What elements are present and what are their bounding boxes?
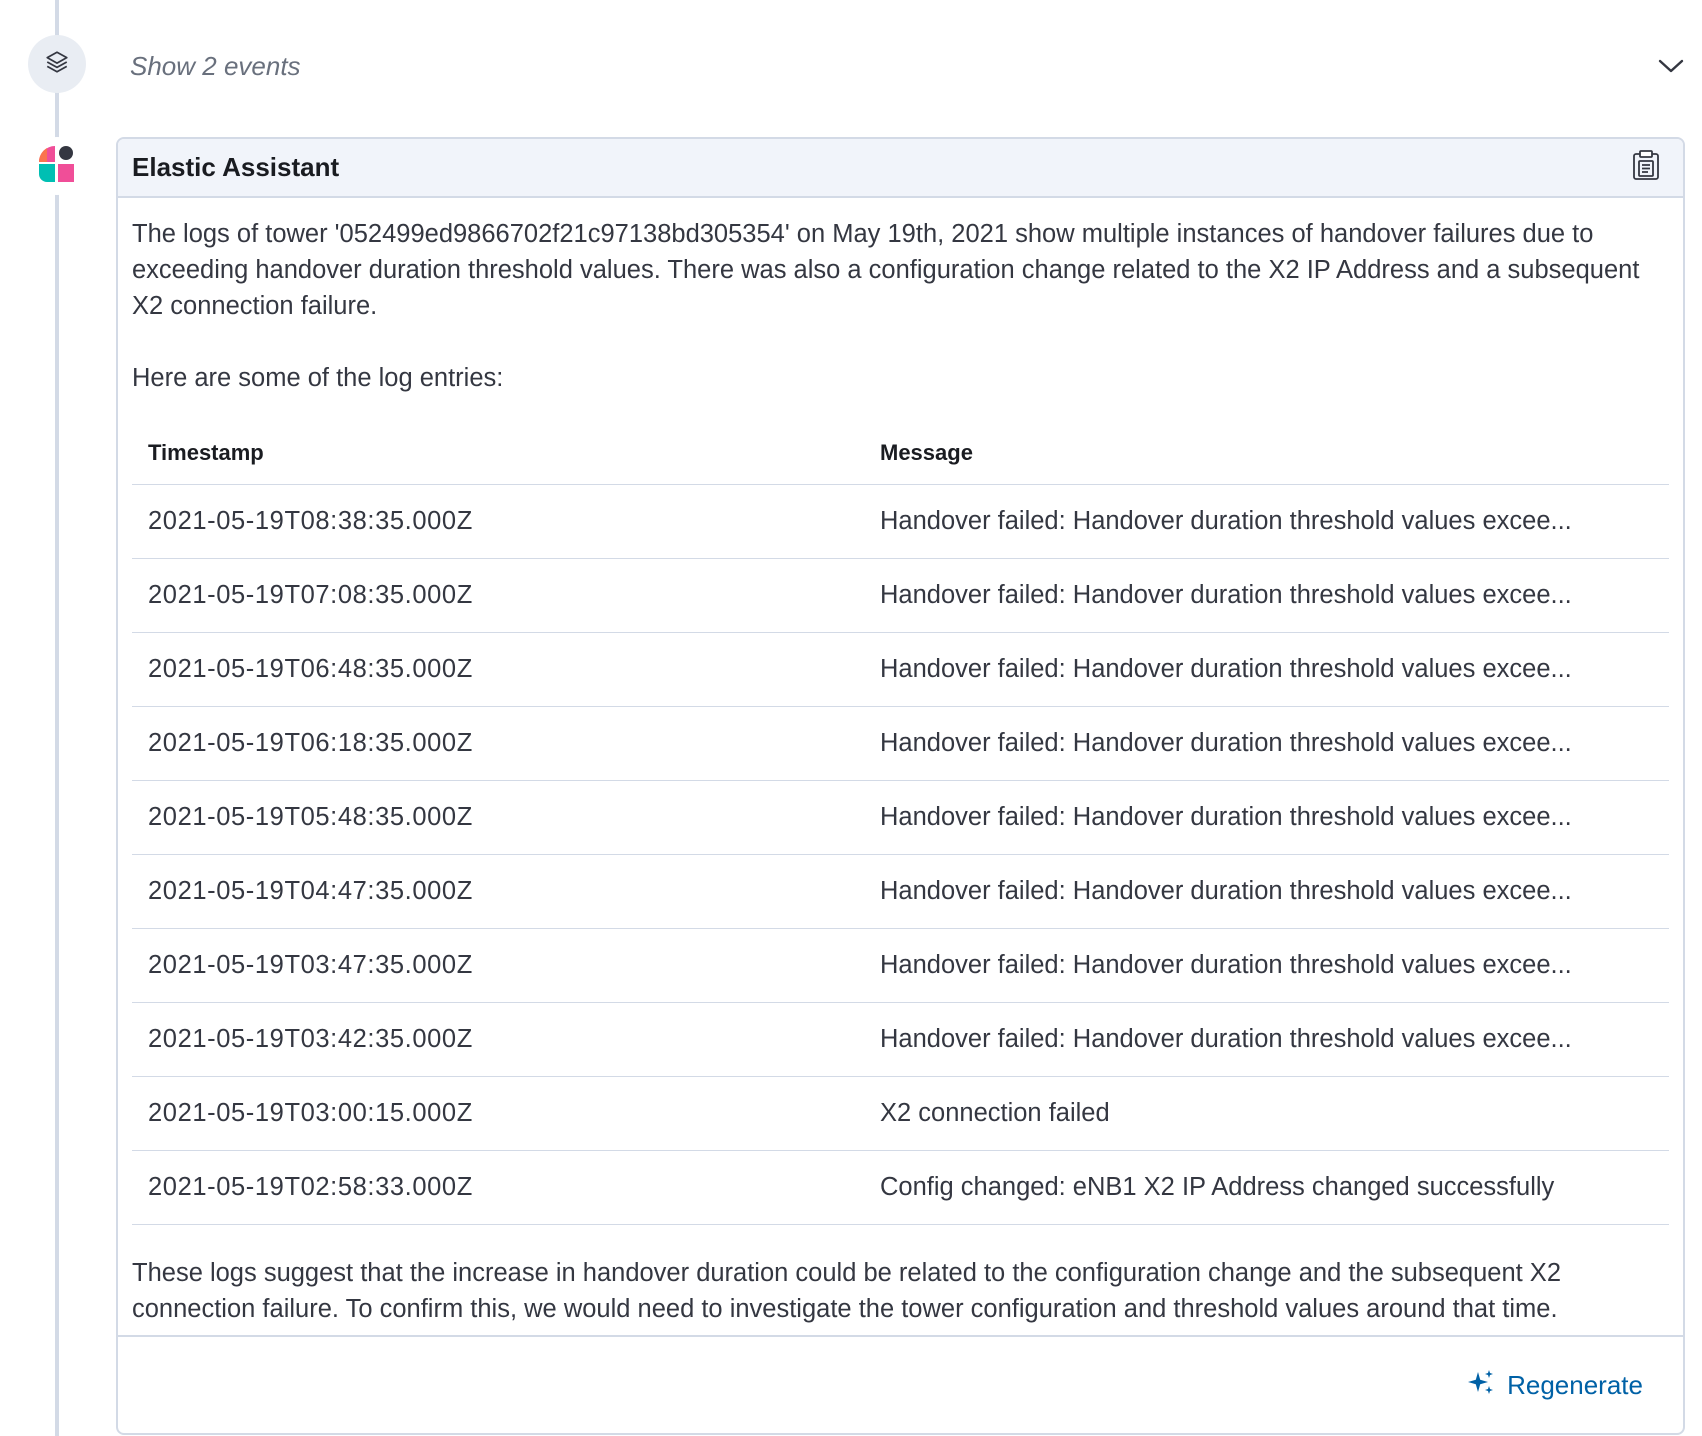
table-row: 2021-05-19T03:47:35.000Z Handover failed… <box>132 928 1669 1003</box>
table-row: 2021-05-19T04:47:35.000Z Handover failed… <box>132 854 1669 929</box>
cell-message: X2 connection failed <box>864 1076 1669 1151</box>
table-header-row: Timestamp Message <box>132 436 1669 485</box>
table-row: 2021-05-19T06:18:35.000Z Handover failed… <box>132 706 1669 781</box>
chevron-down-icon[interactable] <box>1657 52 1685 80</box>
copy-button[interactable] <box>1629 149 1663 186</box>
assistant-avatar <box>28 137 86 195</box>
cell-timestamp: 2021-05-19T03:42:35.000Z <box>132 1002 864 1077</box>
layers-icon <box>44 49 70 80</box>
cell-message: Handover failed: Handover duration thres… <box>864 484 1669 559</box>
events-node <box>28 35 86 93</box>
cell-message: Config changed: eNB1 X2 IP Address chang… <box>864 1150 1669 1225</box>
table-row: 2021-05-19T03:00:15.000Z X2 connection f… <box>132 1076 1669 1151</box>
column-header-message: Message <box>864 436 1669 485</box>
show-events-label: Show 2 events <box>130 50 301 81</box>
column-header-timestamp: Timestamp <box>132 436 864 485</box>
cell-message: Handover failed: Handover duration thres… <box>864 854 1669 929</box>
table-row: 2021-05-19T08:38:35.000Z Handover failed… <box>132 484 1669 559</box>
table-row: 2021-05-19T07:08:35.000Z Handover failed… <box>132 558 1669 633</box>
cell-message: Handover failed: Handover duration thres… <box>864 558 1669 633</box>
timeline-rail <box>55 0 59 1436</box>
assistant-message-panel: Elastic Assistant The logs of tower '052… <box>116 137 1685 1435</box>
elastic-logo-icon <box>35 142 79 191</box>
message-closing: These logs suggest that the increase in … <box>132 1259 1561 1323</box>
conversation-timeline: Show 2 events Elastic Assistant The logs… <box>0 0 1702 1436</box>
table-row: 2021-05-19T06:48:35.000Z Handover failed… <box>132 632 1669 707</box>
clipboard-icon <box>1631 149 1661 186</box>
cell-message: Handover failed: Handover duration thres… <box>864 928 1669 1003</box>
message-footer: Regenerate <box>118 1335 1683 1433</box>
cell-timestamp: 2021-05-19T06:48:35.000Z <box>132 632 864 707</box>
table-row: 2021-05-19T05:48:35.000Z Handover failed… <box>132 780 1669 855</box>
message-body: The logs of tower '052499ed9866702f21c97… <box>118 198 1683 1327</box>
cell-timestamp: 2021-05-19T04:47:35.000Z <box>132 854 864 929</box>
message-header: Elastic Assistant <box>118 139 1683 198</box>
cell-timestamp: 2021-05-19T08:38:35.000Z <box>132 484 864 559</box>
cell-timestamp: 2021-05-19T03:00:15.000Z <box>132 1076 864 1151</box>
table-row: 2021-05-19T03:42:35.000Z Handover failed… <box>132 1002 1669 1077</box>
regenerate-label: Regenerate <box>1507 1369 1643 1400</box>
regenerate-button[interactable]: Regenerate <box>1467 1368 1643 1403</box>
cell-message: Handover failed: Handover duration thres… <box>864 780 1669 855</box>
cell-message: Handover failed: Handover duration thres… <box>864 706 1669 781</box>
cell-timestamp: 2021-05-19T07:08:35.000Z <box>132 558 864 633</box>
sparkles-icon <box>1467 1368 1495 1403</box>
cell-timestamp: 2021-05-19T03:47:35.000Z <box>132 928 864 1003</box>
log-entries-table: Timestamp Message 2021-05-19T08:38:35.00… <box>132 436 1669 1225</box>
cell-message: Handover failed: Handover duration thres… <box>864 1002 1669 1077</box>
cell-timestamp: 2021-05-19T02:58:33.000Z <box>132 1150 864 1225</box>
message-author: Elastic Assistant <box>132 152 340 182</box>
message-intro: The logs of tower '052499ed9866702f21c97… <box>132 220 1640 320</box>
message-lead-in: Here are some of the log entries: <box>132 364 504 392</box>
cell-timestamp: 2021-05-19T06:18:35.000Z <box>132 706 864 781</box>
show-events-toggle[interactable]: Show 2 events <box>130 40 1685 92</box>
cell-timestamp: 2021-05-19T05:48:35.000Z <box>132 780 864 855</box>
cell-message: Handover failed: Handover duration thres… <box>864 632 1669 707</box>
table-row: 2021-05-19T02:58:33.000Z Config changed:… <box>132 1150 1669 1225</box>
